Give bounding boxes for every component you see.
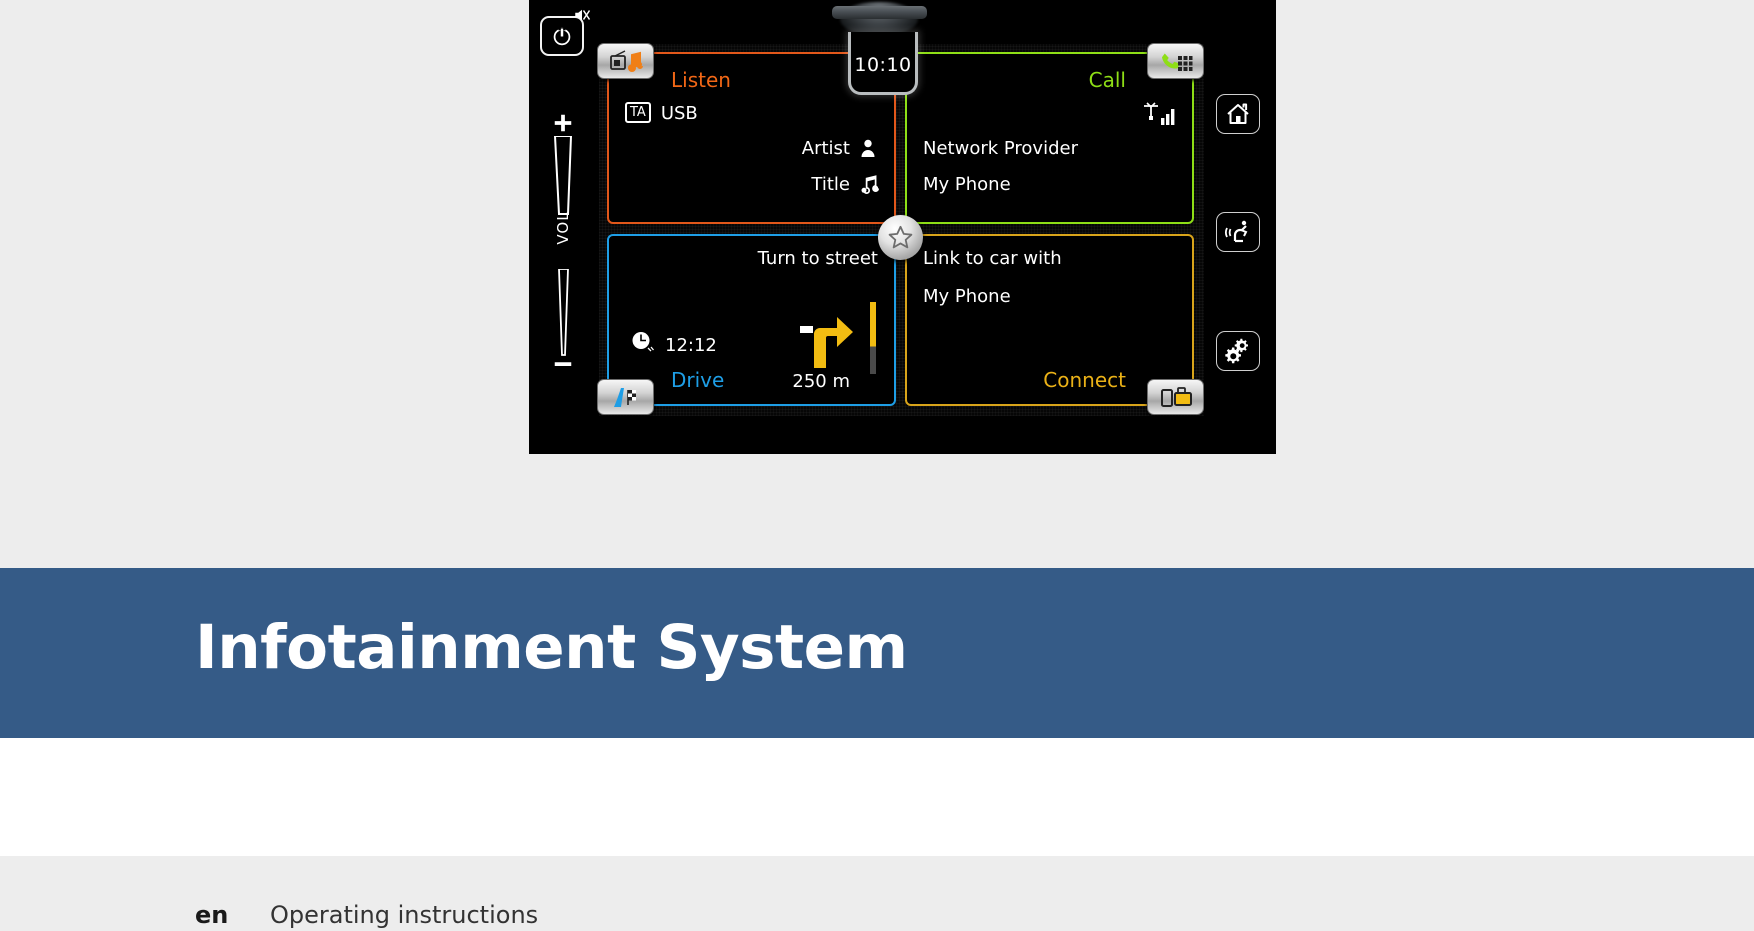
drive-title: Drive: [671, 368, 725, 392]
call-title: Call: [1088, 68, 1126, 92]
drive-heading: Turn to street: [757, 248, 878, 269]
language-code: en: [195, 901, 229, 929]
ta-badge: TA: [625, 102, 651, 123]
clock-icon: [632, 332, 654, 352]
listen-title: Listen: [671, 68, 731, 92]
phone-media-device-icon: [1160, 387, 1192, 407]
drive-eta: 12:12: [665, 335, 717, 356]
phone-keypad-icon: [1161, 53, 1192, 71]
tile-drive[interactable]: Drive Turn to street 12:12 250 m: [597, 234, 896, 415]
distance-bar: [870, 302, 876, 374]
star-icon: [888, 225, 913, 249]
drive-distance: 250 m: [792, 371, 850, 392]
tile-call[interactable]: Call Network Provider My Phone: [905, 43, 1204, 224]
listen-title-label: Title: [811, 174, 850, 195]
home-button[interactable]: [1216, 94, 1260, 134]
connect-device-button[interactable]: [1147, 379, 1204, 415]
volume-down-wedge[interactable]: [550, 269, 576, 357]
right-hardware-controls: [1204, 0, 1276, 454]
radio-music-icon: [609, 50, 643, 72]
listen-source-label: USB: [660, 103, 698, 124]
person-icon: [861, 139, 875, 157]
infotainment-head-unit: VOL 10:10 Listen TA USB Artist Title Cal…: [529, 0, 1276, 454]
call-network-provider: Network Provider: [923, 138, 1078, 159]
call-my-phone: My Phone: [923, 174, 1011, 195]
touchscreen[interactable]: Listen TA USB Artist Title Call Network …: [597, 43, 1204, 416]
footer: en Operating instructions: [0, 856, 1754, 931]
mute-icon: [575, 9, 591, 21]
listen-artist-label: Artist: [801, 138, 850, 159]
call-button[interactable]: [1147, 43, 1204, 79]
page-title: Infotainment System: [195, 612, 908, 683]
clock-display: 10:10: [848, 32, 918, 95]
music-note-icon: [861, 175, 880, 194]
volume-label: VOL: [554, 211, 572, 245]
listen-source-row: TA USB: [625, 102, 698, 124]
minus-icon: [554, 362, 572, 366]
connect-link-label: Link to car with: [923, 248, 1062, 269]
listen-source-button[interactable]: [597, 43, 654, 79]
tile-connect[interactable]: Connect Link to car with My Phone: [905, 234, 1204, 415]
drive-navigation-button[interactable]: [597, 379, 654, 415]
turn-right-icon: [800, 317, 853, 368]
gears-icon: [1224, 338, 1248, 364]
antenna-signal-icon: [1144, 102, 1175, 125]
cover-image-area: VOL 10:10 Listen TA USB Artist Title Cal…: [0, 0, 1754, 568]
knob-bar: [832, 6, 927, 19]
settings-button[interactable]: [1216, 331, 1260, 371]
home-icon: [1227, 103, 1249, 124]
left-hardware-controls: VOL: [529, 0, 599, 454]
clock-time: 10:10: [854, 54, 912, 76]
connect-my-phone: My Phone: [923, 286, 1011, 307]
voice-control-icon: [1225, 220, 1248, 243]
title-band: Infotainment System: [0, 568, 1754, 738]
volume-slider[interactable]: VOL: [540, 114, 586, 376]
white-spacer: [0, 738, 1754, 856]
voice-control-button[interactable]: [1216, 212, 1260, 252]
document-type: Operating instructions: [270, 901, 539, 929]
connect-title: Connect: [1043, 368, 1126, 392]
plus-icon: [554, 114, 572, 132]
power-icon: [553, 27, 571, 46]
favorites-button[interactable]: [878, 215, 923, 260]
road-flag-icon: [613, 388, 636, 407]
